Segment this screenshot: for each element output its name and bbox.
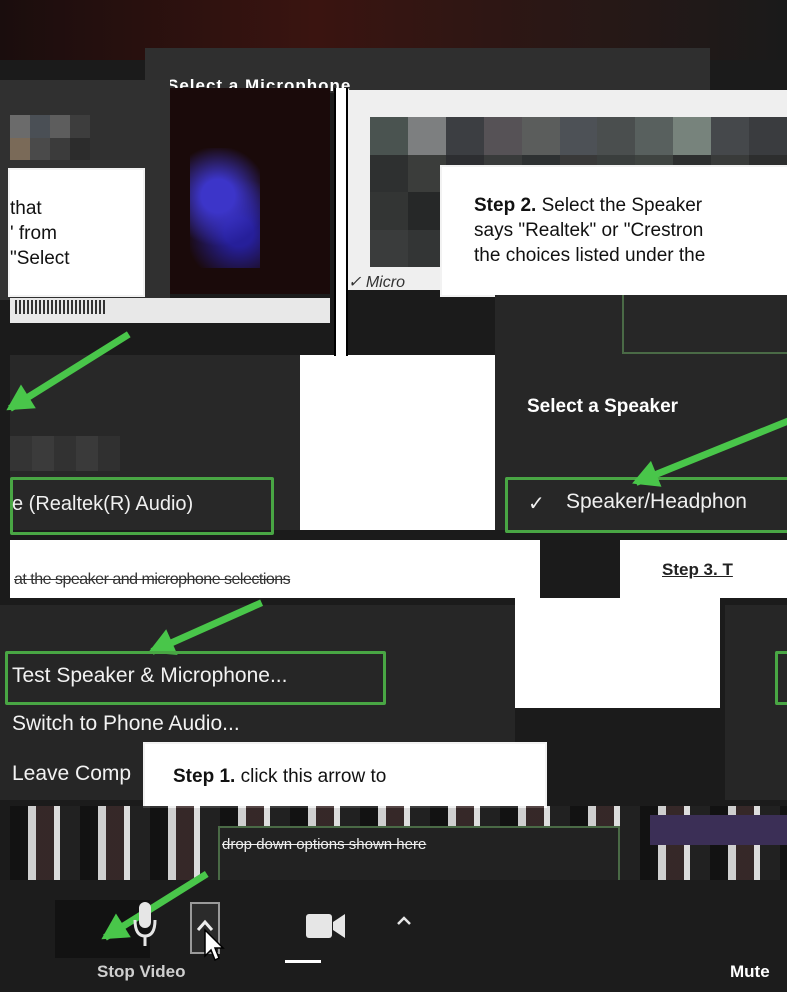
microphone-dialog-header: Select a Microphone — [145, 48, 710, 95]
toolbar-white-fragment — [285, 960, 321, 963]
chevron-up-icon-2 — [397, 916, 411, 925]
garbled-bottom-text: drop down options shown here — [222, 836, 427, 853]
callout-step-1: Step 1. click this arrow to — [145, 744, 545, 806]
test-speaker-mic-label: Test Speaker & Microphone... — [12, 664, 288, 687]
speaker-menu-title: Select a Speaker — [527, 396, 679, 417]
step-2-line-3: the choices listed under the — [474, 245, 706, 266]
callout-left-line-3: "Select — [10, 248, 70, 269]
speaker-menu-topbox — [622, 295, 787, 354]
center-divider — [334, 88, 348, 356]
step-2-label: Step 2. — [474, 195, 537, 216]
microphone-option-label: e (Realtek(R) Audio) — [12, 493, 194, 515]
step-1-label: Step 1. — [173, 766, 236, 787]
switch-phone-audio-item[interactable]: Switch to Phone Audio... — [12, 712, 240, 736]
glitch-strip-2 — [10, 540, 540, 598]
callout-left-line-2: ' from — [10, 223, 57, 244]
callout-left: that ' from "Select — [10, 170, 143, 295]
microphone-check-label[interactable]: ✓ Micro — [348, 272, 405, 292]
left-mosaic — [10, 115, 90, 160]
stop-video-label: Stop Video — [97, 962, 186, 981]
video-options-caret[interactable] — [395, 912, 413, 930]
garbled-middle-text: at the speaker and microphone selections — [14, 571, 291, 588]
video-thumbnail — [170, 88, 330, 294]
glitch-strip-3 — [515, 598, 720, 708]
callout-step-2: Step 2. Select the Speaker says "Realtek… — [442, 167, 787, 295]
right-partial-box — [775, 651, 787, 705]
glitch-text-1 — [15, 300, 105, 314]
mute-label: Mute — [730, 962, 770, 981]
microphone-icon[interactable] — [132, 900, 158, 950]
speaker-option-label: Speaker/Headphon — [566, 490, 747, 513]
speaker-check-icon: ✓ — [528, 493, 545, 515]
step-2-line-2: says "Realtek" or "Crestron — [474, 220, 704, 241]
glitch-band-purple — [650, 815, 787, 845]
leave-computer-audio-item[interactable]: Leave Comp — [12, 762, 131, 786]
center-glitch-block — [300, 355, 495, 530]
dropdown-hint-box — [218, 826, 620, 882]
mouse-cursor-icon — [204, 928, 225, 962]
step-3-partial: Step 3. T — [662, 560, 733, 579]
step-1-text: click this arrow to — [240, 766, 387, 787]
left-audio-mosaic — [10, 436, 120, 471]
step-2-line-1: Select the Speaker — [541, 195, 703, 216]
callout-left-line-1: that — [10, 198, 42, 219]
video-camera-icon[interactable] — [305, 910, 347, 942]
